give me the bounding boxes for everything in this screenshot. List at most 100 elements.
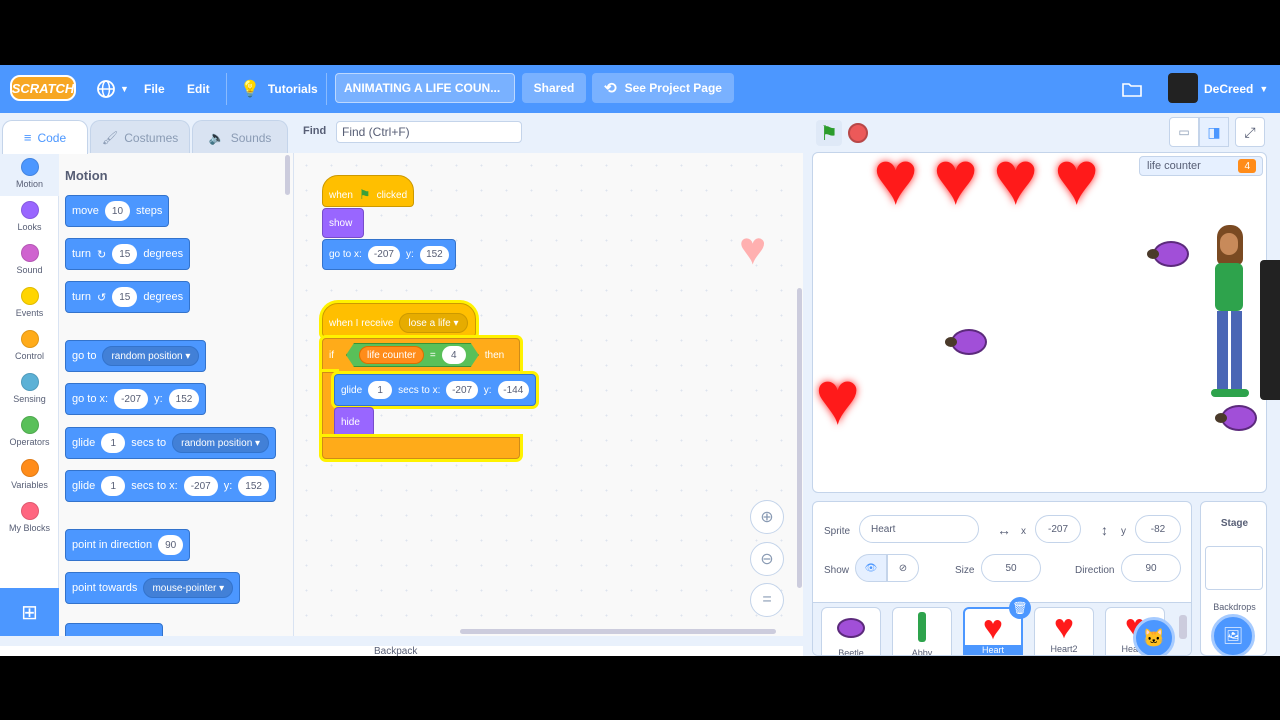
y-input[interactable]: -144 <box>497 381 529 399</box>
x-input[interactable]: -207 <box>183 476 218 496</box>
scratch-logo[interactable]: SCRATCH <box>10 75 76 101</box>
tutorials-button[interactable]: 💡 Tutorials <box>240 65 318 113</box>
tab-sounds[interactable]: 🔈 Sounds <box>192 120 288 154</box>
heart-sprite[interactable]: ♥ <box>815 361 860 437</box>
green-flag-button[interactable]: ⚑ <box>816 120 842 146</box>
beetle-sprite[interactable] <box>1215 405 1257 431</box>
equals-operator-block[interactable]: life counter = 4 <box>346 343 479 367</box>
glide-to-xy-block[interactable]: glide 1 secs to x: -207 y: 152 <box>65 470 276 502</box>
secs-input[interactable]: 1 <box>101 433 126 453</box>
heart-sprite[interactable]: ♥ <box>1054 153 1099 217</box>
life-counter-reporter[interactable]: life counter <box>359 346 424 364</box>
category-my-blocks[interactable]: My Blocks <box>0 497 59 540</box>
zoom-reset-button[interactable]: = <box>750 583 784 617</box>
show-visible-button[interactable]: 👁 <box>855 554 887 582</box>
direction-input[interactable]: 90 <box>158 535 184 555</box>
language-globe-icon[interactable]: ▼ <box>96 65 129 113</box>
beetle-sprite[interactable] <box>1147 241 1189 267</box>
turn-right-block[interactable]: turn ↻ 15 degrees <box>65 238 191 270</box>
add-extension-button[interactable]: ⊞ <box>0 588 59 636</box>
life-counter-monitor[interactable]: life counter 4 <box>1139 156 1263 176</box>
shared-button[interactable]: Shared <box>522 73 586 103</box>
stop-button[interactable] <box>848 123 868 143</box>
sprite-thumb-abby[interactable]: Abby <box>892 607 952 655</box>
y-input[interactable]: 152 <box>238 476 269 496</box>
my-stuff-folder-icon[interactable] <box>1122 65 1142 113</box>
x-input[interactable]: -207 <box>446 381 478 399</box>
show-hidden-button[interactable]: ⊘ <box>887 554 919 582</box>
tab-code[interactable]: ≡ Code <box>2 120 88 154</box>
category-variables[interactable]: Variables <box>0 454 59 497</box>
fullscreen-button[interactable]: ⤢ <box>1235 117 1265 147</box>
stage-canvas[interactable]: ♥ ♥ ♥ ♥ ♥ life counter 4 <box>812 152 1267 493</box>
file-menu[interactable]: File <box>144 65 165 113</box>
if-then-block[interactable]: if life counter = 4 then <box>322 338 520 372</box>
abby-sprite[interactable] <box>1205 225 1253 405</box>
choose-sprite-button[interactable]: 🐱 <box>1133 617 1175 655</box>
small-stage-button[interactable]: ▭ <box>1169 117 1199 147</box>
point-towards-block[interactable]: point towards mouse-pointer ▾ <box>65 572 241 604</box>
normal-stage-button[interactable]: ◨ <box>1199 117 1229 147</box>
choose-backdrop-button[interactable]: 🖼 <box>1211 614 1255 656</box>
category-motion[interactable]: Motion <box>0 153 59 196</box>
hide-block[interactable]: hide <box>334 407 374 437</box>
y-input[interactable]: -82 <box>1135 515 1181 543</box>
secs-input[interactable]: 1 <box>368 381 393 399</box>
avatar[interactable] <box>1168 73 1198 103</box>
target-dropdown[interactable]: random position ▾ <box>102 346 200 366</box>
go-to-xy-block[interactable]: go to x: -207 y: 152 <box>322 239 456 270</box>
show-block[interactable]: show <box>322 208 364 238</box>
sprite-list-scrollbar[interactable] <box>1179 615 1187 639</box>
category-events[interactable]: Events <box>0 282 59 325</box>
direction-input[interactable]: 90 <box>1121 554 1181 582</box>
script-vertical-scrollbar[interactable] <box>797 288 802 588</box>
target-dropdown[interactable]: mouse-pointer ▾ <box>143 578 234 598</box>
when-flag-clicked-block[interactable]: when ⚑ clicked <box>322 175 414 207</box>
compare-input[interactable]: 4 <box>442 346 466 364</box>
stage-thumbnail[interactable] <box>1205 546 1263 590</box>
target-dropdown[interactable]: random position ▾ <box>172 433 270 453</box>
degrees-input[interactable]: 15 <box>112 244 138 264</box>
glide-to-block[interactable]: glide 1 secs to random position ▾ <box>65 427 277 459</box>
degrees-input[interactable]: 15 <box>112 287 138 307</box>
account-menu[interactable]: DeCreed ▼ <box>1204 65 1268 113</box>
move-steps-block[interactable]: move 10 steps <box>65 195 170 227</box>
x-input[interactable]: -207 <box>1035 515 1081 543</box>
beetle-sprite[interactable] <box>945 329 987 355</box>
zoom-in-button[interactable]: ⊕ <box>750 500 784 534</box>
delete-sprite-button[interactable]: 🗑 <box>1009 597 1031 619</box>
browser-side-toolbar[interactable] <box>1260 260 1280 400</box>
x-input[interactable]: -207 <box>367 245 401 264</box>
project-title-input[interactable]: ANIMATING A LIFE COUN... <box>335 73 515 103</box>
glide-to-xy-block[interactable]: glide 1 secs to x: -207 y: -144 <box>334 374 536 406</box>
heart-sprite[interactable]: ♥ <box>933 153 978 217</box>
when-i-receive-block[interactable]: when I receive lose a life ▾ <box>322 303 476 337</box>
y-input[interactable]: 152 <box>168 389 200 409</box>
edit-menu[interactable]: Edit <box>187 65 210 113</box>
backpack-bar[interactable]: Backpack <box>0 646 803 656</box>
sprite-name-input[interactable]: Heart <box>859 515 979 543</box>
steps-input[interactable]: 10 <box>104 201 131 221</box>
go-to-block[interactable]: go to random position ▾ <box>65 340 207 372</box>
category-sensing[interactable]: Sensing <box>0 368 59 411</box>
y-input[interactable]: 152 <box>419 245 449 264</box>
heart-sprite[interactable]: ♥ <box>993 153 1038 217</box>
point-in-direction-block[interactable]: point in direction 90 <box>65 529 191 561</box>
see-project-page-button[interactable]: ⟲ See Project Page <box>592 73 734 103</box>
heart-sprite[interactable]: ♥ <box>873 153 918 217</box>
message-dropdown[interactable]: lose a life ▾ <box>399 313 468 333</box>
zoom-out-button[interactable]: ⊖ <box>750 542 784 576</box>
find-input[interactable]: Find (Ctrl+F) <box>336 121 522 143</box>
category-looks[interactable]: Looks <box>0 196 59 239</box>
script-horizontal-scrollbar[interactable] <box>460 629 776 634</box>
turn-left-block[interactable]: turn ↺ 15 degrees <box>65 281 191 313</box>
go-to-xy-block[interactable]: go to x: -207 y: 152 <box>65 383 207 415</box>
sprite-thumb-beetle[interactable]: Beetle <box>821 607 881 655</box>
partial-block[interactable] <box>65 623 163 636</box>
sprite-thumb-heart2[interactable]: ♥ Heart2 <box>1034 607 1094 655</box>
stage-selector[interactable]: Stage Backdrops 🖼 <box>1200 501 1267 656</box>
tab-costumes[interactable]: 🖌 Costumes <box>90 120 190 154</box>
category-operators[interactable]: Operators <box>0 411 59 454</box>
size-input[interactable]: 50 <box>981 554 1041 582</box>
secs-input[interactable]: 1 <box>101 476 126 496</box>
